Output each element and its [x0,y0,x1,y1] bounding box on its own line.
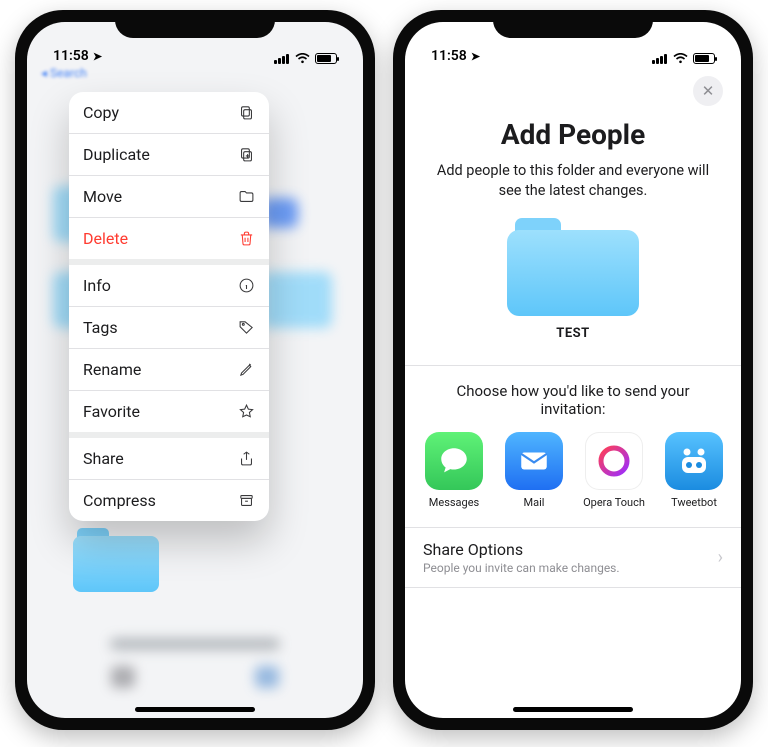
home-indicator[interactable] [135,707,255,712]
messages-icon [425,432,483,490]
screen-context-menu: 11:58 ➤ ◂ Search [27,22,363,718]
folder-icon [507,218,639,316]
menu-label: Tags [83,318,118,337]
page-subtitle: Add people to this folder and everyone w… [435,161,711,200]
wifi-icon [295,53,310,64]
folder-icon [73,528,159,592]
wifi-icon [673,53,688,64]
menu-item-tags[interactable]: Tags [69,307,269,349]
share-app-mail[interactable]: Mail [503,432,565,509]
duplicate-icon [237,146,255,163]
location-icon: ➤ [93,50,102,63]
share-options-title: Share Options [423,540,620,559]
chevron-right-icon: › [718,547,723,568]
menu-label: Duplicate [83,145,150,164]
archive-icon [237,492,255,509]
menu-label: Copy [83,103,119,122]
app-label: Messages [429,496,479,509]
menu-label: Share [83,449,124,468]
menu-label: Info [83,276,111,295]
folder-name: TEST [556,326,589,341]
share-options-row[interactable]: Share Options People you invite can make… [405,527,741,588]
close-button[interactable]: ✕ [693,76,723,106]
menu-item-move[interactable]: Move [69,176,269,218]
menu-item-compress[interactable]: Compress [69,480,269,521]
app-label: Mail [524,496,545,509]
info-icon [237,277,255,294]
battery-icon [315,53,337,64]
menu-label: Rename [83,360,141,379]
screen-add-people: 11:58 ➤ ✕ Add People Add people to this … [405,22,741,718]
menu-label: Compress [83,491,156,510]
home-indicator[interactable] [513,707,633,712]
menu-item-share[interactable]: Share [69,438,269,480]
menu-item-duplicate[interactable]: Duplicate [69,134,269,176]
cell-signal-icon [652,53,668,64]
menu-label: Favorite [83,402,140,421]
folder-preview: TEST [405,218,741,341]
notch [493,10,653,38]
menu-item-info[interactable]: Info [69,265,269,307]
share-apps-row[interactable]: Messages Mail Opera Touch [405,432,741,527]
notch [115,10,275,38]
share-app-tweetbot[interactable]: Tweetbot [663,432,725,509]
star-icon [237,403,255,420]
tag-icon [237,319,255,336]
share-options-subtitle: People you invite can make changes. [423,561,620,575]
share-app-messages[interactable]: Messages [423,432,485,509]
opera-icon [585,432,643,490]
location-icon: ➤ [471,50,480,63]
share-app-opera[interactable]: Opera Touch [583,432,645,509]
menu-item-rename[interactable]: Rename [69,349,269,391]
close-icon: ✕ [702,82,715,100]
pencil-icon [237,361,255,378]
context-menu: Copy Duplicate Move Delete [69,92,269,521]
phone-right: 11:58 ➤ ✕ Add People Add people to this … [393,10,753,730]
status-time: 11:58 [431,48,467,64]
phone-left: 11:58 ➤ ◂ Search [15,10,375,730]
status-time: 11:58 [53,48,89,64]
app-label: Tweetbot [671,496,717,509]
folder-icon [237,188,255,205]
menu-item-favorite[interactable]: Favorite [69,391,269,438]
mail-icon [505,432,563,490]
menu-label: Delete [83,229,128,248]
back-breadcrumb[interactable]: ◂ Search [27,66,363,86]
page-title: Add People [435,118,711,151]
app-label: Opera Touch [583,496,645,509]
invite-prompt: Choose how you'd like to send your invit… [405,366,741,432]
copy-icon [237,104,255,121]
tweetbot-icon [665,432,723,490]
menu-item-delete[interactable]: Delete [69,218,269,265]
cell-signal-icon [274,53,290,64]
menu-item-copy[interactable]: Copy [69,92,269,134]
trash-icon [237,230,255,247]
battery-icon [693,53,715,64]
menu-label: Move [83,187,122,206]
selected-folder[interactable] [73,528,159,592]
share-icon [237,450,255,467]
